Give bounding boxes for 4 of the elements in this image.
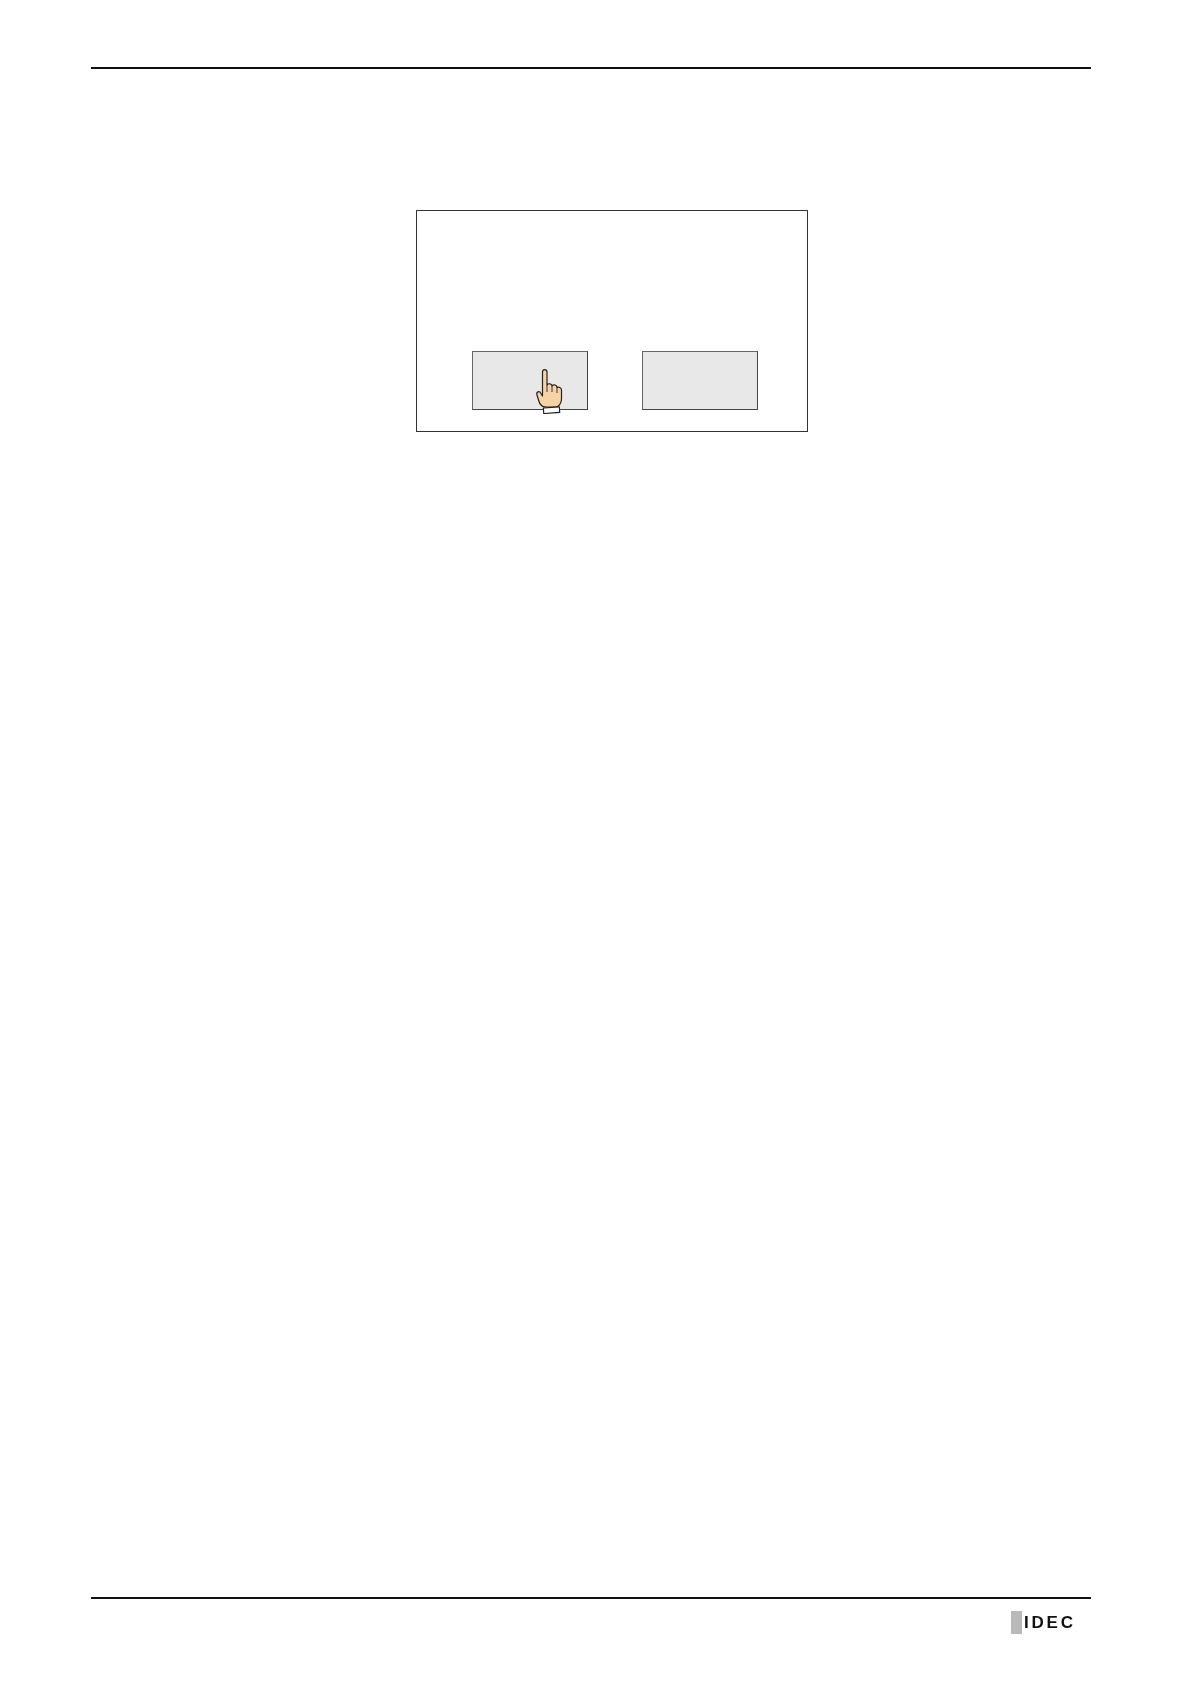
switch-button[interactable] xyxy=(472,351,588,410)
switch-button[interactable] xyxy=(642,351,758,410)
logo-bar-icon xyxy=(1011,1611,1022,1634)
logo-text: IDEC xyxy=(1024,1614,1076,1631)
